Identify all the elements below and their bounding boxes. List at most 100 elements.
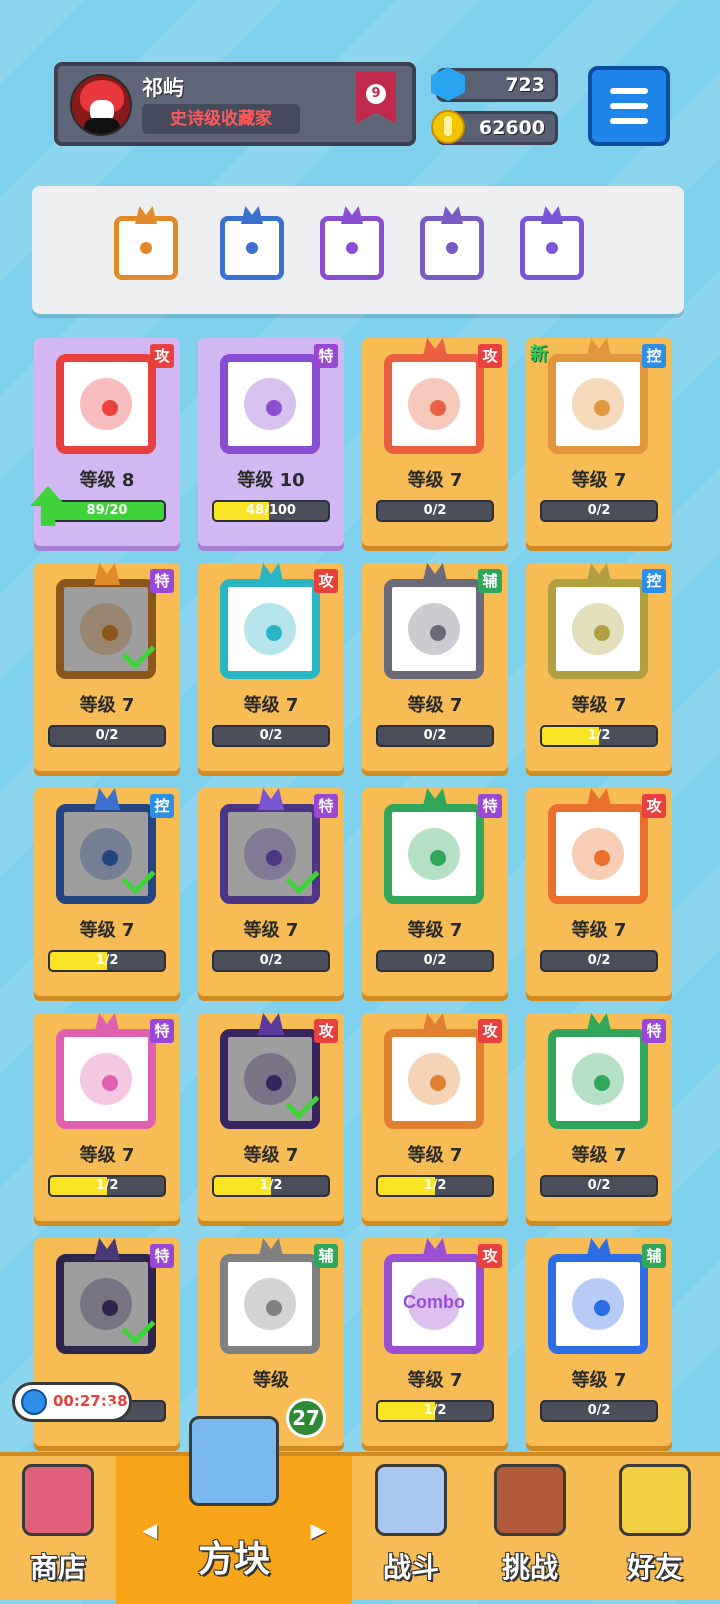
dice-card[interactable]: 特等级 7 1/2 (34, 1013, 180, 1221)
nav-label: 商店 (29, 1551, 86, 1584)
dice-card[interactable]: 控 新等级 7 0/2 (526, 338, 672, 546)
poison-icon (548, 1029, 648, 1129)
progress-bar: 1/2 (48, 950, 166, 972)
card-level: 等级 8 (79, 470, 135, 491)
nav-battle[interactable]: 战斗 (352, 1456, 470, 1604)
dice-card[interactable]: 攻等级 8 89/20 (30, 338, 180, 546)
bottom-nav: 商店 方块 ◀ ▶ 战斗 挑战 好友 (0, 1416, 720, 1604)
rank-flag-icon[interactable]: 9 (356, 72, 396, 124)
progress-bar: 89/20 (48, 500, 166, 522)
progress-bar: 0/2 (376, 725, 494, 747)
dice-card[interactable]: 辅等级 7 0/2 (362, 563, 508, 771)
dice-card[interactable]: 攻等级 7 1/2 (198, 1013, 344, 1221)
dice-card[interactable]: 攻等级 7 0/2 (198, 563, 344, 771)
next-arrow-icon[interactable]: ▶ (311, 1518, 326, 1542)
avatar[interactable] (70, 74, 132, 136)
type-tag: 攻 (478, 1019, 502, 1043)
nav-challenge[interactable]: 挑战 (470, 1456, 590, 1604)
pentagram-icon (384, 804, 484, 904)
dragon-horn-icon (94, 1013, 120, 1035)
card-level: 等级 7 (79, 1145, 135, 1166)
card-level: 等级 7 (407, 695, 463, 716)
type-tag: 辅 (478, 569, 502, 593)
deck-slot[interactable] (316, 206, 388, 286)
dice-card[interactable]: 攻等级 7 0/2 (526, 788, 672, 996)
dragon-horn-icon (94, 788, 120, 810)
dice-pip (266, 850, 282, 866)
dice-pip (594, 850, 610, 866)
gem-counter[interactable]: 723 (431, 67, 558, 102)
type-tag: 特 (150, 1244, 174, 1268)
progress-bar: 1/2 (540, 725, 658, 747)
progress-bar: 0/2 (48, 725, 166, 747)
dark-orb-icon (56, 1254, 156, 1354)
dice-pip (102, 1075, 118, 1091)
nav-shop[interactable]: 商店 (0, 1456, 116, 1604)
nav-friends[interactable]: 好友 (590, 1456, 720, 1604)
progress-text: 0/2 (95, 1403, 119, 1418)
progress-bar: 0/2 (540, 1400, 658, 1422)
card-level: 等级 7 (79, 920, 135, 941)
deck-slot[interactable] (216, 206, 288, 286)
dragon-horn-icon (258, 563, 284, 585)
mystery-box-icon (189, 1416, 279, 1506)
menu-line (610, 88, 648, 94)
nav-label: 战斗 (382, 1551, 439, 1584)
dragon-horn-icon (422, 1013, 448, 1035)
friends-icon (619, 1464, 691, 1536)
dice-card[interactable]: 特等级 7 0/2 (362, 788, 508, 996)
card-level: 等级 7 (571, 920, 627, 941)
type-tag: 攻 (314, 1019, 338, 1043)
dragon-horn-icon (258, 788, 284, 810)
progress-text: 1/2 (423, 1403, 447, 1418)
battle-icon (375, 1464, 447, 1536)
deck-slot[interactable] (516, 206, 588, 286)
fire-icon (56, 354, 156, 454)
type-tag: 特 (150, 569, 174, 593)
dice-pip (430, 400, 446, 416)
dice-card[interactable]: 控等级 7 1/2 (34, 788, 180, 996)
sun-icon (548, 804, 648, 904)
nav-mystery-box[interactable]: 方块 ◀ ▶ (116, 1416, 352, 1604)
dice-pip (430, 850, 446, 866)
progress-text: 1/2 (259, 1178, 283, 1193)
dice-card[interactable]: 辅等级 7 0/2 (526, 1238, 672, 1446)
progress-bar: 0/2 (212, 950, 330, 972)
type-tag: 控 (642, 569, 666, 593)
gold-counter[interactable]: 62600 (431, 110, 558, 145)
card-level: 等级 (253, 1370, 289, 1391)
menu-button[interactable] (588, 66, 670, 146)
dice-card[interactable]: 特等级 10 48/100 (198, 338, 344, 546)
dragon-horn-icon (94, 563, 120, 585)
progress-bar: 48/100 (212, 500, 330, 522)
progress-text: 1/2 (95, 953, 119, 968)
prev-arrow-icon[interactable]: ◀ (142, 1518, 157, 1542)
dice-card[interactable]: 控等级 7 1/2 (526, 563, 672, 771)
dice-card[interactable]: 特 0/2 (34, 1238, 180, 1446)
rank-number: 9 (366, 84, 386, 104)
dice-card[interactable]: 攻等级 7 1/2 (362, 1013, 508, 1221)
deck-slot[interactable] (110, 206, 182, 286)
card-level: 等级 7 (243, 695, 299, 716)
dice-pip (266, 1300, 282, 1316)
progress-text: 0/2 (259, 728, 283, 743)
dice-card[interactable]: 特等级 7 0/2 (34, 563, 180, 771)
profile-panel[interactable]: 祁屿 史诗级收藏家 9 (54, 62, 416, 146)
dice-card[interactable]: 特等级 7 0/2 (198, 788, 344, 996)
card-level: 等级 7 (571, 695, 627, 716)
dice-card[interactable]: Combo 攻等级 7 1/2 (362, 1238, 508, 1446)
progress-bar: 1/2 (376, 1400, 494, 1422)
type-tag: 辅 (314, 1244, 338, 1268)
dice-card[interactable]: 攻等级 7 0/2 (362, 338, 508, 546)
new-badge: 新 (530, 344, 548, 365)
card-level: 等级 7 (571, 1370, 627, 1391)
unopened-box-count: 27 (286, 1398, 326, 1438)
dice-pip (102, 850, 118, 866)
dice-pip (594, 400, 610, 416)
card-level: 等级 7 (243, 1145, 299, 1166)
syringe-icon (56, 1029, 156, 1129)
dragon-horn-icon (586, 1013, 612, 1035)
dice-card[interactable]: 特等级 7 0/2 (526, 1013, 672, 1221)
dice-pip (140, 242, 152, 254)
deck-slot[interactable] (416, 206, 488, 286)
